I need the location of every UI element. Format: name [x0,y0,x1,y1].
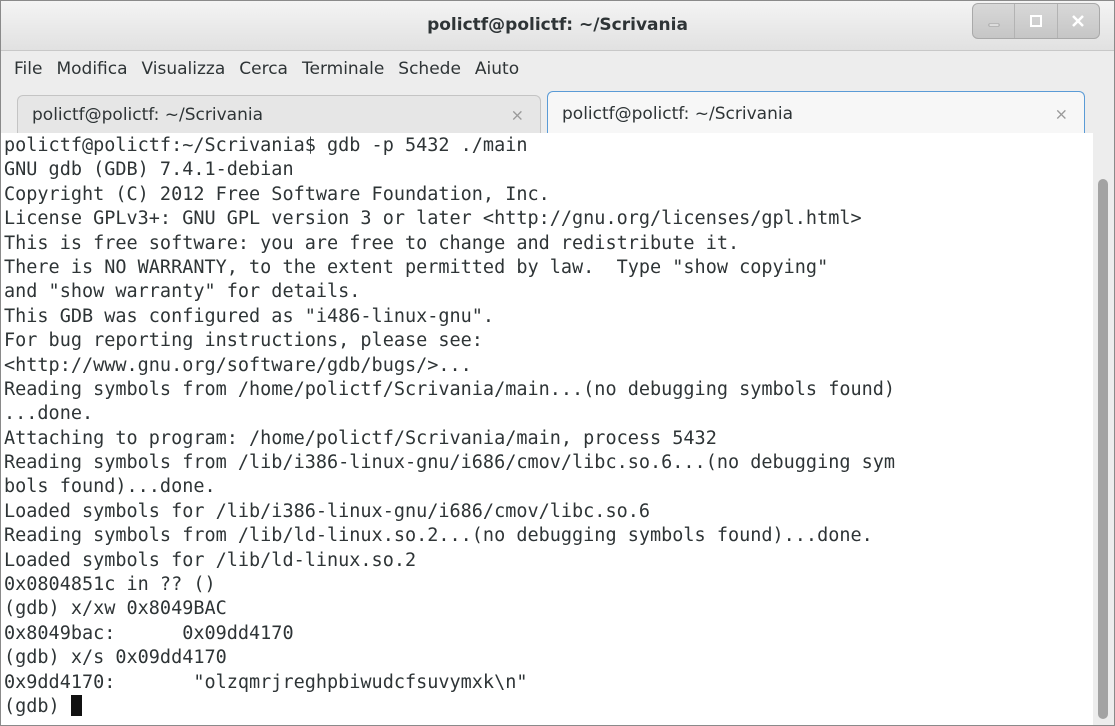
terminal-line: GNU gdb (GDB) 7.4.1-debian [4,159,294,181]
menu-file[interactable]: File [7,51,49,87]
tab-inactive[interactable]: polictf@polictf: ~/Scrivania × [17,95,541,133]
close-icon [1072,15,1085,27]
tab-close-icon[interactable]: × [511,105,524,124]
menu-visualizza[interactable]: Visualizza [135,51,233,87]
menu-aiuto[interactable]: Aiuto [468,51,526,87]
maximize-button[interactable] [1015,4,1058,38]
tab-close-icon[interactable]: × [1055,104,1068,123]
terminal-line: 0x0804851c in ?? () [4,574,216,596]
terminal-line: This is free software: you are free to c… [4,232,740,254]
window-title: polictf@polictf: ~/Scrivania [427,15,688,35]
tab-bar: polictf@polictf: ~/Scrivania × polictf@p… [1,87,1114,135]
terminal-line: Reading symbols from /lib/ld-linux.so.2.… [4,525,873,547]
scrollbar-thumb[interactable] [1098,179,1108,719]
terminal-line: (gdb) x/xw 0x8049BAC [4,598,227,620]
menu-modifica[interactable]: Modifica [49,51,134,87]
tab-label: polictf@polictf: ~/Scrivania [32,104,264,125]
terminal-line: License GPLv3+: GNU GPL version 3 or lat… [4,208,862,230]
maximize-icon [1029,15,1042,27]
gdb-prompt: (gdb) [4,695,71,717]
minimize-icon [988,23,999,27]
terminal-line: Copyright (C) 2012 Free Software Foundat… [4,183,550,205]
terminal-window: polictf@polictf: ~/Scrivania File Modifi… [0,0,1115,726]
menu-terminale[interactable]: Terminale [295,51,391,87]
menu-cerca[interactable]: Cerca [232,51,295,87]
terminal-line: and "show warranty" for details. [4,281,361,303]
close-button[interactable] [1058,4,1099,38]
title-bar[interactable]: polictf@polictf: ~/Scrivania [1,1,1114,51]
tab-label: polictf@polictf: ~/Scrivania [562,103,794,124]
terminal-line: polictf@polictf:~/Scrivania$ gdb -p 5432… [4,135,528,156]
terminal-line: 0x8049bac: 0x09dd4170 [4,622,294,644]
minimize-button[interactable] [973,4,1016,38]
terminal-line: For bug reporting instructions, please s… [4,330,483,352]
terminal-line: Reading symbols from /lib/i386-linux-gnu… [4,452,896,474]
terminal-line: <http://www.gnu.org/software/gdb/bugs/>.… [4,354,472,376]
terminal-line: ...done. [4,403,94,425]
menu-schede[interactable]: Schede [391,51,468,87]
window-controls [972,3,1100,39]
terminal-output[interactable]: polictf@polictf:~/Scrivania$ gdb -p 5432… [1,133,1093,725]
terminal-line: There is NO WARRANTY, to the extent perm… [4,256,829,278]
menu-bar: File Modifica Visualizza Cerca Terminale… [1,51,1114,87]
terminal-line: Loaded symbols for /lib/ld-linux.so.2 [4,549,417,571]
terminal-line: bols found)...done. [4,476,216,498]
text-cursor [70,694,82,716]
terminal-line: Reading symbols from /home/polictf/Scriv… [4,378,896,400]
tab-active[interactable]: polictf@polictf: ~/Scrivania × [547,91,1085,135]
terminal-line: Attaching to program: /home/polictf/Scri… [4,427,717,449]
terminal-line: Loaded symbols for /lib/i386-linux-gnu/i… [4,500,651,522]
terminal-line: 0x9dd4170: "olzqmrjreghpbiwudcfsuvymxk\n… [4,671,528,693]
terminal-line: (gdb) x/s 0x09dd4170 [4,647,227,669]
terminal-prompt-line: (gdb) [4,694,1093,719]
vertical-scrollbar[interactable] [1093,133,1114,725]
terminal-line: This GDB was configured as "i486-linux-g… [4,305,495,327]
